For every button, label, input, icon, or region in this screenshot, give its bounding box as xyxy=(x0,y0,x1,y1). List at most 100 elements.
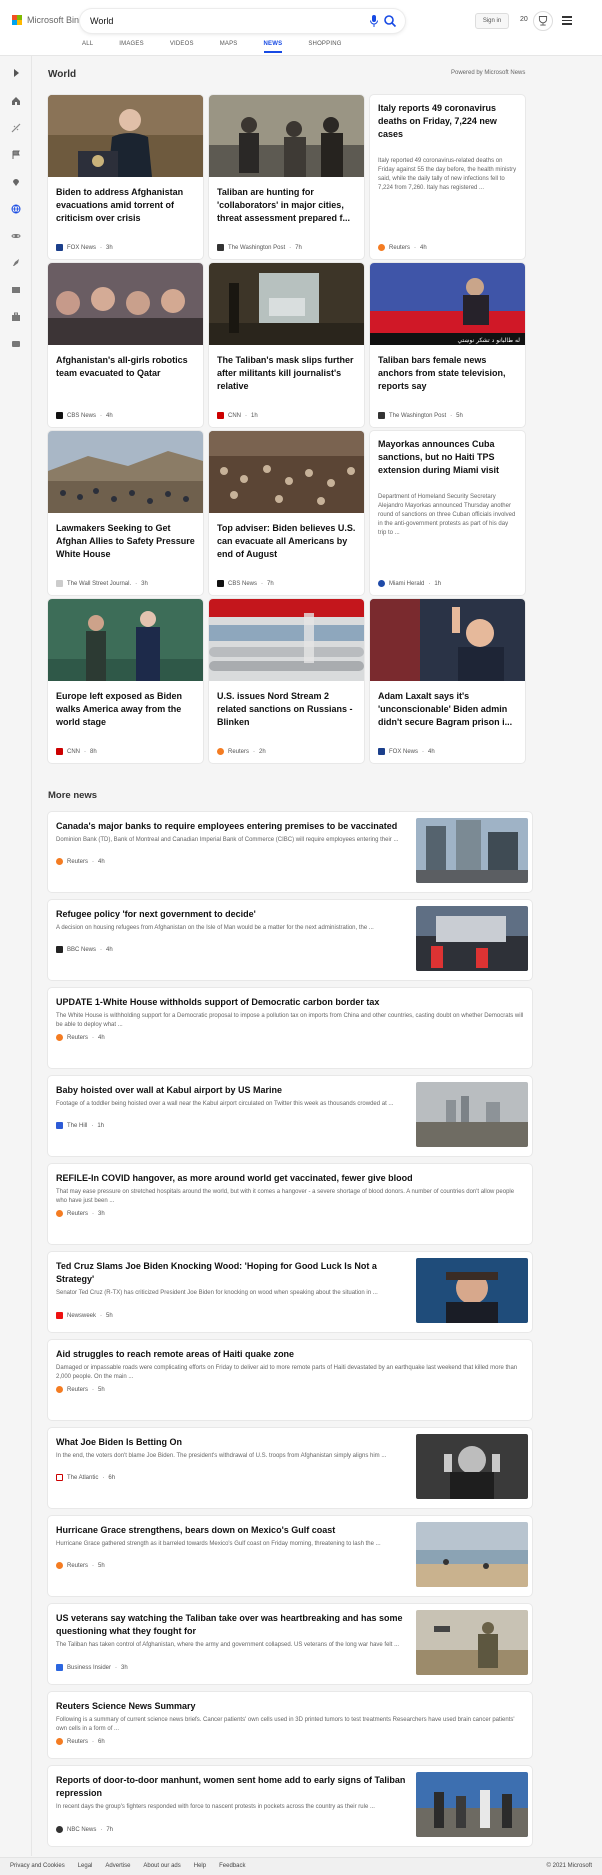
bing-logo[interactable]: Microsoft Bing xyxy=(12,15,84,25)
news-card[interactable]: Afghanistan's all-girls robotics team ev… xyxy=(48,263,203,427)
card-title[interactable]: Top adviser: Biden believes U.S. can eva… xyxy=(217,522,357,561)
sports-icon[interactable] xyxy=(9,121,23,135)
news-card[interactable]: Italy reports 49 coronavirus deaths on F… xyxy=(370,95,525,259)
rewards-count[interactable]: 20 xyxy=(520,16,528,23)
reuters-icon xyxy=(378,244,385,251)
news-row[interactable]: Canada's major banks to require employee… xyxy=(48,812,532,892)
row-thumbnail xyxy=(416,818,528,883)
tab-all[interactable]: ALL xyxy=(82,41,93,53)
rewards-trophy-icon[interactable] xyxy=(533,11,553,31)
expand-rail-icon[interactable] xyxy=(9,66,23,80)
row-title[interactable]: What Joe Biden Is Betting On xyxy=(56,1436,406,1449)
money-icon[interactable] xyxy=(9,337,23,351)
row-title[interactable]: UPDATE 1-White House withholds support o… xyxy=(56,996,526,1009)
card-title[interactable]: Italy reports 49 coronavirus deaths on F… xyxy=(378,102,518,141)
powered-by[interactable]: Powered by Microsoft News xyxy=(451,70,525,76)
fox-news-icon xyxy=(378,748,385,755)
news-card[interactable]: The Taliban's mask slips further after m… xyxy=(209,263,364,427)
news-row[interactable]: Aid struggles to reach remote areas of H… xyxy=(48,1340,532,1420)
card-image: له طالبانو د تشکر نوښتي xyxy=(370,263,525,345)
card-title[interactable]: Lawmakers Seeking to Get Afghan Allies t… xyxy=(56,522,196,561)
card-image xyxy=(209,263,364,345)
news-row[interactable]: REFILE-In COVID hangover, as more around… xyxy=(48,1164,532,1244)
location-icon[interactable] xyxy=(9,175,23,189)
footer-link-help[interactable]: Help xyxy=(194,1863,206,1869)
microphone-icon[interactable] xyxy=(369,14,379,28)
card-title[interactable]: Europe left exposed as Biden walks Ameri… xyxy=(56,690,196,729)
row-title[interactable]: Baby hoisted over wall at Kabul airport … xyxy=(56,1084,406,1097)
footer-link-advertise[interactable]: Advertise xyxy=(105,1863,130,1869)
card-title[interactable]: Taliban bars female news anchors from st… xyxy=(378,354,518,393)
tab-news[interactable]: NEWS xyxy=(263,41,283,53)
news-row[interactable]: UPDATE 1-White House withholds support o… xyxy=(48,988,532,1068)
footer-link-legal[interactable]: Legal xyxy=(78,1863,93,1869)
flag-icon[interactable] xyxy=(9,148,23,162)
time-ago: 1h xyxy=(434,580,442,587)
search-input[interactable] xyxy=(90,13,340,29)
card-title[interactable]: Adam Laxalt says it's 'unconscionable' B… xyxy=(378,690,518,729)
row-title[interactable]: Hurricane Grace strengthens, bears down … xyxy=(56,1524,406,1537)
time-ago: 6h xyxy=(108,1474,116,1481)
tab-videos[interactable]: VIDEOS xyxy=(170,41,194,53)
news-card[interactable]: له طالبانو د تشکر نوښتي Taliban bars fem… xyxy=(370,263,525,427)
card-title[interactable]: Afghanistan's all-girls robotics team ev… xyxy=(56,354,196,380)
news-row[interactable]: Baby hoisted over wall at Kabul airport … xyxy=(48,1076,532,1156)
card-title[interactable]: The Taliban's mask slips further after m… xyxy=(217,354,357,393)
menu-icon[interactable] xyxy=(562,14,572,28)
row-title[interactable]: Reports of door-to-door manhunt, women s… xyxy=(56,1774,406,1800)
news-row[interactable]: Ted Cruz Slams Joe Biden Knocking Wood: … xyxy=(48,1252,532,1332)
row-title[interactable]: Reuters Science News Summary xyxy=(56,1700,526,1713)
card-source: The Wall Street Journal. · 3h xyxy=(56,580,148,587)
card-title[interactable]: Mayorkas announces Cuba sanctions, but n… xyxy=(378,438,518,477)
world-icon[interactable] xyxy=(9,202,23,216)
row-title[interactable]: REFILE-In COVID hangover, as more around… xyxy=(56,1172,526,1185)
tab-maps[interactable]: MAPS xyxy=(220,41,238,53)
card-source: CBS News · 4h xyxy=(56,412,113,419)
search-icon[interactable] xyxy=(383,14,397,28)
tab-images[interactable]: IMAGES xyxy=(119,41,144,53)
news-card[interactable]: Europe left exposed as Biden walks Ameri… xyxy=(48,599,203,763)
card-source: Miami Herald · 1h xyxy=(378,580,441,587)
footer-link-about-ads[interactable]: About our ads xyxy=(143,1863,180,1869)
row-title[interactable]: Canada's major banks to require employee… xyxy=(56,820,406,833)
home-icon[interactable] xyxy=(9,94,23,108)
news-row[interactable]: What Joe Biden Is Betting On In the end,… xyxy=(48,1428,532,1508)
science-icon[interactable] xyxy=(9,229,23,243)
footer-link-privacy[interactable]: Privacy and Cookies xyxy=(10,1863,65,1869)
sign-in-button[interactable]: Sign in xyxy=(475,13,509,29)
news-row[interactable]: Reports of door-to-door manhunt, women s… xyxy=(48,1766,532,1846)
news-card[interactable]: Lawmakers Seeking to Get Afghan Allies t… xyxy=(48,431,203,595)
news-card[interactable]: Biden to address Afghanistan evacuations… xyxy=(48,95,203,259)
footer-link-feedback[interactable]: Feedback xyxy=(219,1863,245,1869)
news-card[interactable]: Mayorkas announces Cuba sanctions, but n… xyxy=(370,431,525,595)
cnn-icon xyxy=(56,748,63,755)
card-source: Reuters · 2h xyxy=(217,748,266,755)
card-title[interactable]: U.S. issues Nord Stream 2 related sancti… xyxy=(217,690,357,729)
news-row[interactable]: Refugee policy 'for next government to d… xyxy=(48,900,532,980)
miami-herald-icon xyxy=(378,580,385,587)
news-card[interactable]: U.S. issues Nord Stream 2 related sancti… xyxy=(209,599,364,763)
business-icon[interactable] xyxy=(9,310,23,324)
card-source: CBS News · 7h xyxy=(217,580,274,587)
row-thumbnail xyxy=(416,906,528,971)
entertainment-icon[interactable] xyxy=(9,283,23,297)
technology-icon[interactable] xyxy=(9,256,23,270)
card-title[interactable]: Biden to address Afghanistan evacuations… xyxy=(56,186,196,225)
news-row[interactable]: Hurricane Grace strengthens, bears down … xyxy=(48,1516,532,1596)
row-source: NBC News · 7h xyxy=(56,1826,113,1833)
row-title[interactable]: Aid struggles to reach remote areas of H… xyxy=(56,1348,526,1361)
card-source: CNN · 8h xyxy=(56,748,97,755)
row-title[interactable]: Refugee policy 'for next government to d… xyxy=(56,908,406,921)
news-row[interactable]: US veterans say watching the Taliban tak… xyxy=(48,1604,532,1684)
row-title[interactable]: Ted Cruz Slams Joe Biden Knocking Wood: … xyxy=(56,1260,406,1286)
news-card[interactable]: Top adviser: Biden believes U.S. can eva… xyxy=(209,431,364,595)
news-row[interactable]: Reuters Science News Summary Following i… xyxy=(48,1692,532,1758)
row-title[interactable]: US veterans say watching the Taliban tak… xyxy=(56,1612,406,1638)
news-card[interactable]: Adam Laxalt says it's 'unconscionable' B… xyxy=(370,599,525,763)
tab-shopping[interactable]: SHOPPING xyxy=(308,41,341,53)
news-card[interactable]: Taliban are hunting for 'collaborators' … xyxy=(209,95,364,259)
microsoft-logo-icon xyxy=(12,15,22,25)
time-ago: 3h xyxy=(98,1210,105,1217)
row-source: Reuters · 4h xyxy=(56,858,105,865)
card-title[interactable]: Taliban are hunting for 'collaborators' … xyxy=(217,186,357,225)
